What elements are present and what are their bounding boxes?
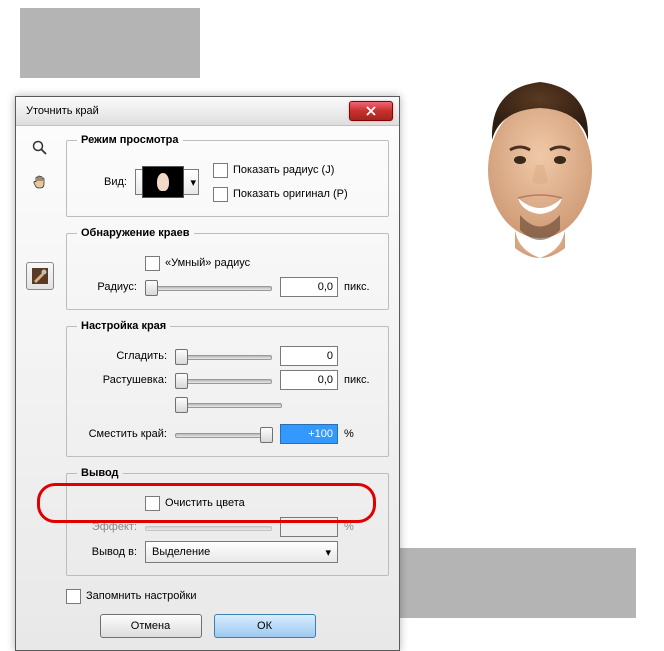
canvas-gray-top bbox=[20, 8, 200, 78]
amount-input bbox=[280, 517, 338, 537]
feather-slider[interactable] bbox=[175, 372, 272, 388]
adjust-edge-legend: Настройка края bbox=[77, 320, 170, 332]
cancel-button[interactable]: Отмена bbox=[100, 614, 202, 638]
view-label: Вид: bbox=[77, 176, 127, 188]
hand-tool[interactable] bbox=[26, 168, 54, 196]
radius-input[interactable] bbox=[280, 277, 338, 297]
edge-detection-group: Обнаружение краев «Умный» радиус Радиус:… bbox=[66, 227, 389, 310]
view-mode-group: Режим просмотра Вид: ▾ Показать радиус (… bbox=[66, 134, 389, 217]
brush-icon bbox=[31, 267, 49, 285]
remember-label: Запомнить настройки bbox=[86, 590, 197, 602]
feather-unit: пикс. bbox=[344, 374, 378, 386]
smart-radius-label: «Умный» радиус bbox=[165, 257, 250, 269]
output-to-value: Выделение bbox=[152, 546, 210, 558]
zoom-tool[interactable] bbox=[26, 134, 54, 162]
ok-button[interactable]: ОК bbox=[214, 614, 316, 638]
refine-radius-tool[interactable] bbox=[26, 262, 54, 290]
amount-slider bbox=[145, 519, 272, 535]
radius-unit: пикс. bbox=[344, 281, 378, 293]
radius-label: Радиус: bbox=[77, 281, 137, 293]
view-thumbnail bbox=[142, 166, 184, 198]
remember-checkbox[interactable] bbox=[66, 589, 81, 604]
show-original-label: Показать оригинал (P) bbox=[233, 188, 348, 200]
dialog-title: Уточнить край bbox=[26, 105, 99, 117]
shift-edge-input[interactable] bbox=[280, 424, 338, 444]
smart-radius-checkbox[interactable] bbox=[145, 256, 160, 271]
close-icon bbox=[366, 106, 376, 116]
shift-edge-unit: % bbox=[344, 428, 378, 440]
radius-slider[interactable] bbox=[145, 279, 272, 295]
amount-unit: % bbox=[344, 521, 378, 533]
show-original-checkbox[interactable] bbox=[213, 187, 228, 202]
output-to-label: Вывод в: bbox=[77, 546, 137, 558]
decontaminate-label: Очистить цвета bbox=[165, 497, 245, 509]
view-mode-legend: Режим просмотра bbox=[77, 134, 183, 146]
show-radius-checkbox[interactable] bbox=[213, 163, 228, 178]
output-group: Вывод Очистить цвета Эффект: % Вывод в: … bbox=[66, 467, 389, 576]
shift-edge-slider[interactable] bbox=[175, 426, 272, 442]
close-button[interactable] bbox=[349, 101, 393, 121]
shift-edge-label: Сместить край: bbox=[77, 428, 167, 440]
decontaminate-checkbox[interactable] bbox=[145, 496, 160, 511]
magnifier-icon bbox=[32, 140, 48, 156]
output-legend: Вывод bbox=[77, 467, 123, 479]
edge-detection-legend: Обнаружение краев bbox=[77, 227, 194, 239]
show-radius-label: Показать радиус (J) bbox=[233, 164, 334, 176]
smooth-slider[interactable] bbox=[175, 348, 272, 364]
output-to-dropdown[interactable]: Выделение ▾ bbox=[145, 541, 338, 563]
smooth-input[interactable] bbox=[280, 346, 338, 366]
hand-icon bbox=[32, 174, 48, 190]
preview-face bbox=[470, 70, 610, 260]
canvas-gray-bottom bbox=[398, 548, 636, 618]
tool-column bbox=[26, 134, 58, 296]
amount-label: Эффект: bbox=[77, 521, 137, 533]
feather-label: Растушевка: bbox=[77, 374, 167, 386]
chevron-down-icon: ▾ bbox=[325, 546, 331, 559]
refine-edge-dialog: Уточнить край Режим просмотра Вид: ▾ Пок… bbox=[15, 96, 400, 651]
chevron-down-icon: ▾ bbox=[190, 176, 196, 189]
smooth-label: Сгладить: bbox=[77, 350, 167, 362]
titlebar: Уточнить край bbox=[16, 97, 399, 126]
view-preview-dropdown[interactable]: ▾ bbox=[135, 169, 199, 195]
adjust-edge-group: Настройка края Сгладить: Растушевка: пик… bbox=[66, 320, 389, 457]
feather-input[interactable] bbox=[280, 370, 338, 390]
